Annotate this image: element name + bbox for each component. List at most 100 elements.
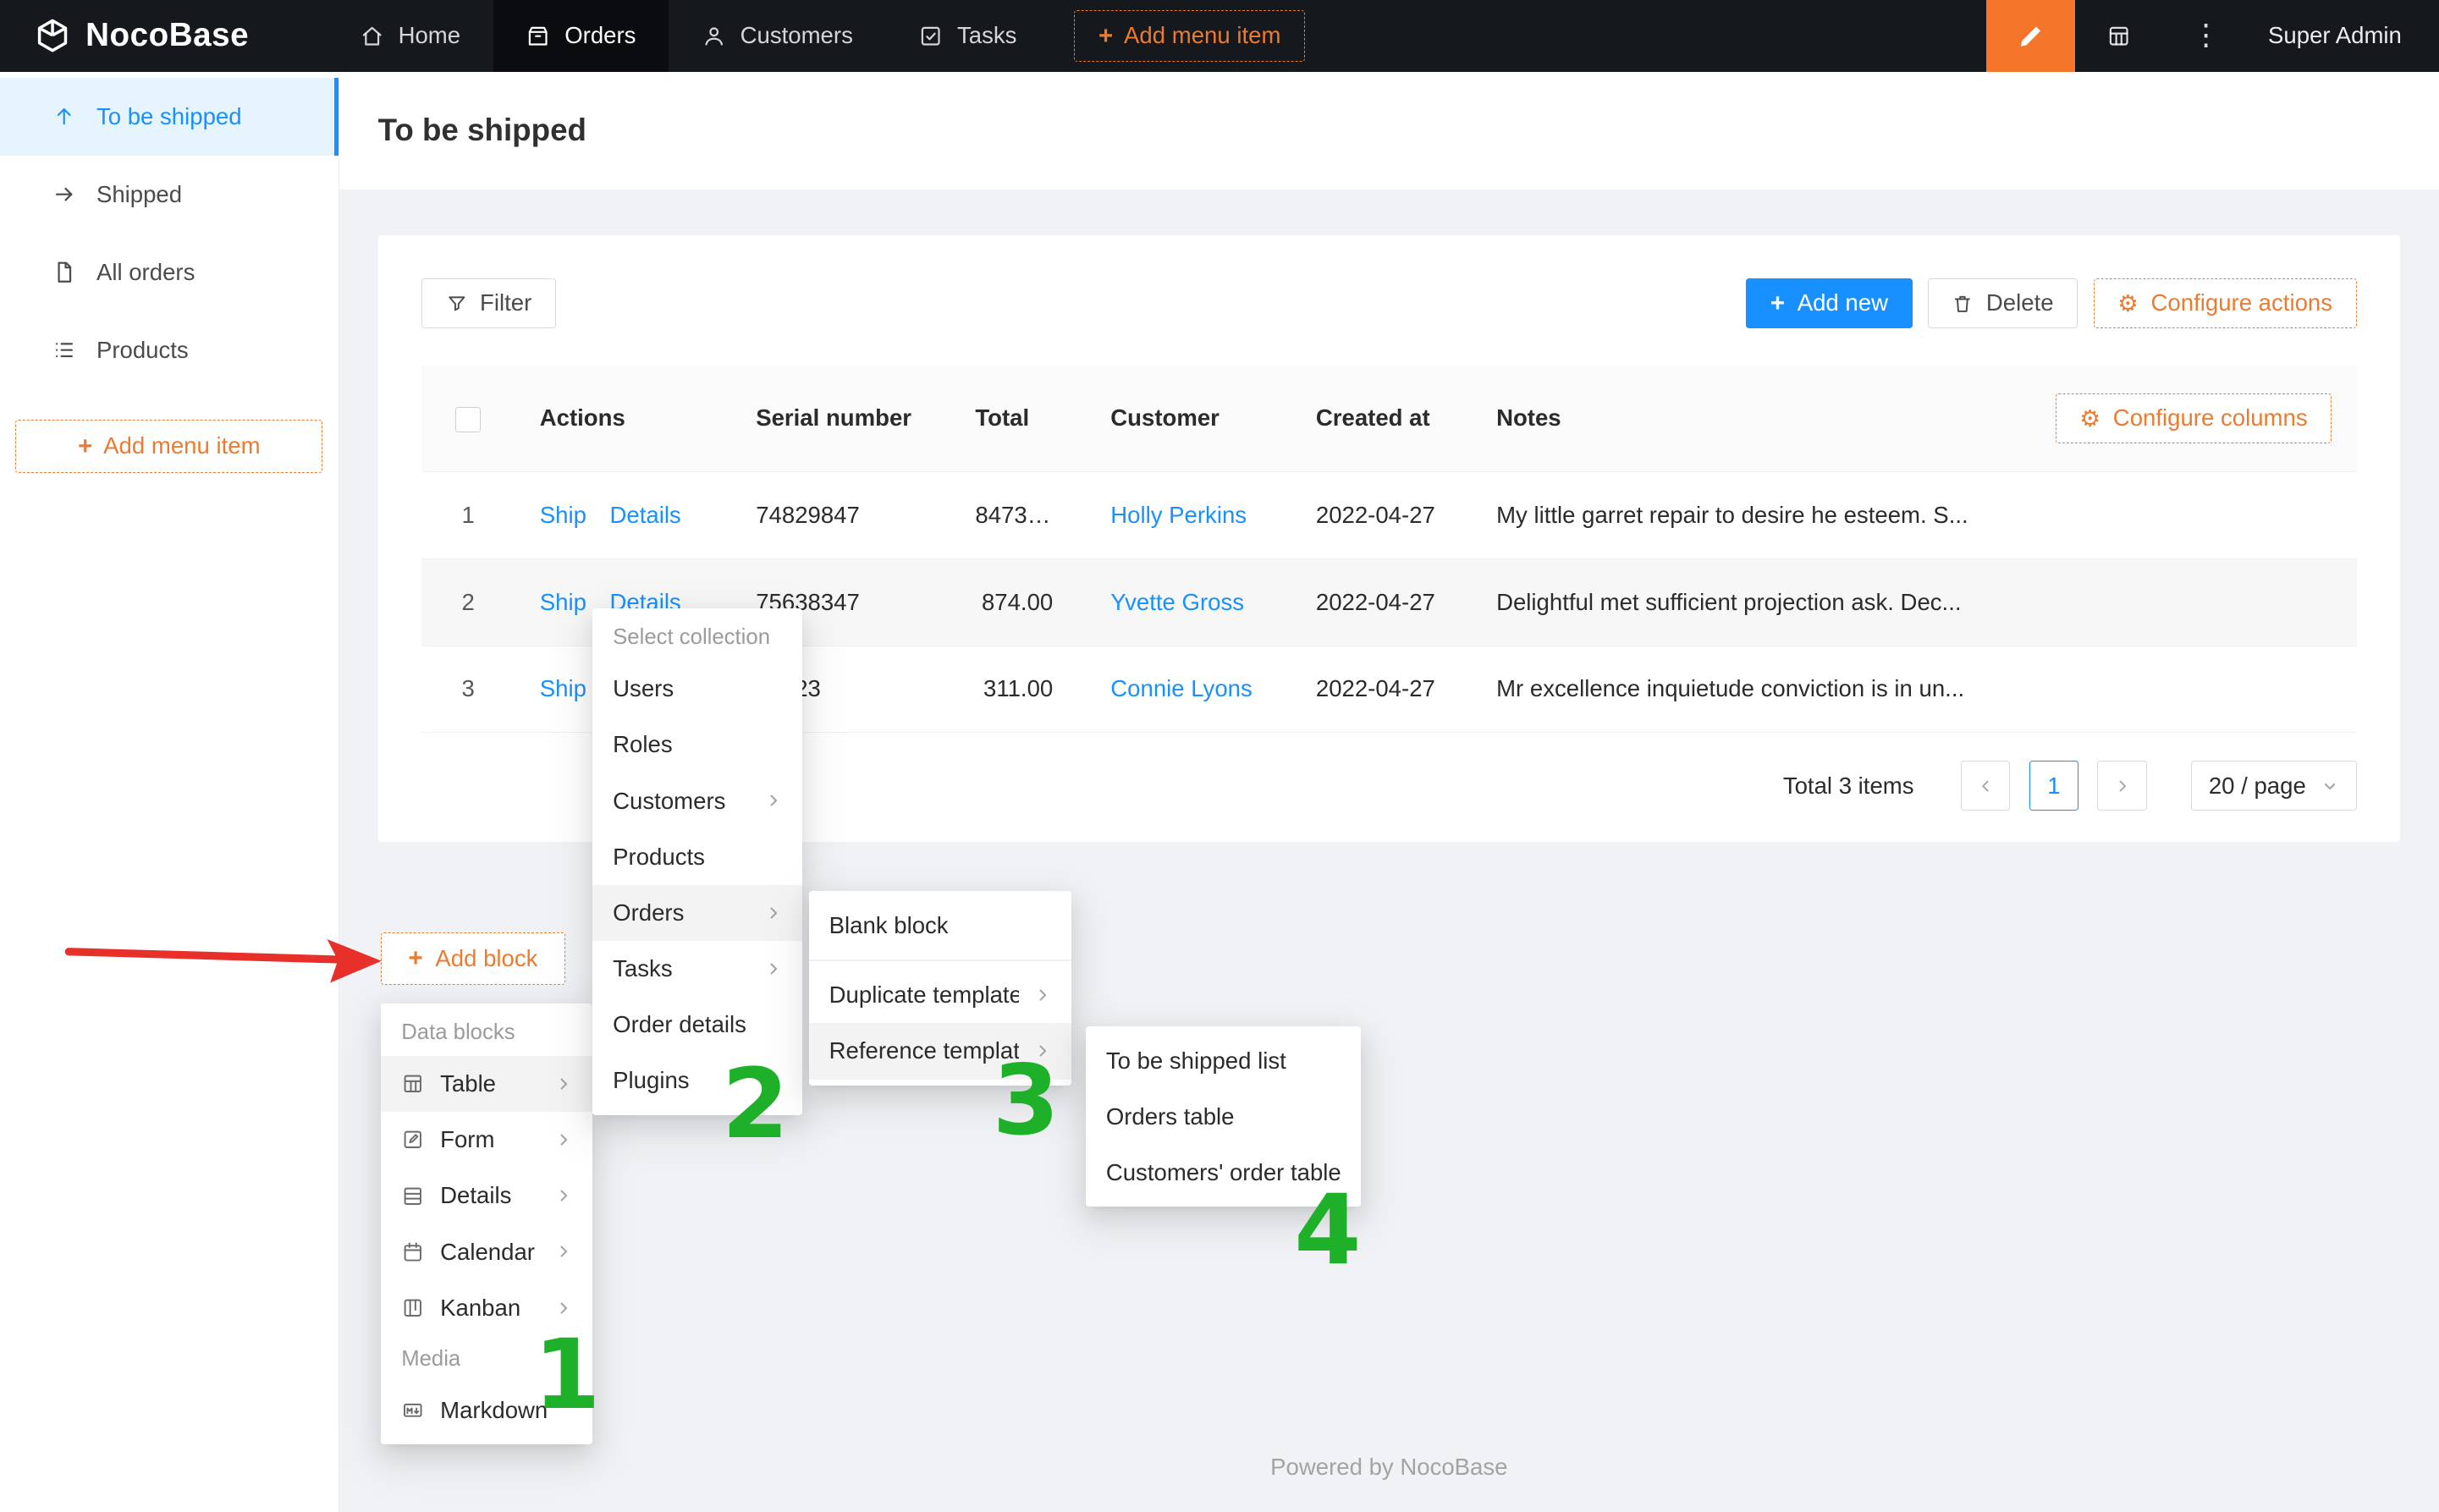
customer-link[interactable]: Yvette Gross: [1110, 589, 1244, 615]
menu-item-tasks[interactable]: Tasks: [592, 941, 802, 997]
menu-item-orders[interactable]: Orders: [592, 885, 802, 941]
toolbar-actions: + Add new Delete ⚙ Configure actions: [1746, 278, 2356, 328]
page-size-select[interactable]: 20 / page: [2191, 761, 2357, 811]
cell-notes: My little garret repair to desire he est…: [1472, 471, 2023, 558]
menu-item-order-details[interactable]: Order details: [592, 997, 802, 1053]
user-menu[interactable]: Super Admin: [2249, 22, 2439, 49]
powered-by-footer: Powered by NocoBase: [339, 1454, 2439, 1481]
pagination-next-button[interactable]: [2097, 761, 2147, 811]
add-block-button[interactable]: + Add block: [381, 932, 564, 985]
chevron-right-icon: [2114, 778, 2131, 794]
row-index: 3: [421, 646, 515, 733]
nocobase-logo[interactable]: NocoBase: [0, 17, 284, 54]
configure-columns-button[interactable]: ⚙ Configure columns: [2056, 393, 2332, 443]
form-icon: [401, 1128, 425, 1152]
sidebar-item-products[interactable]: Products: [0, 311, 339, 389]
ship-link[interactable]: Ship: [540, 589, 586, 615]
more-options-button[interactable]: ⋮: [2162, 0, 2249, 72]
table-icon: [401, 1072, 425, 1096]
menu-item-blank-block[interactable]: Blank block: [809, 898, 1072, 954]
menu-item-table[interactable]: Table: [381, 1056, 592, 1112]
file-icon: [52, 260, 76, 284]
menu-item-roles[interactable]: Roles: [592, 717, 802, 772]
menu-group-label: Data blocks: [381, 1009, 592, 1056]
menu-item-form[interactable]: Form: [381, 1112, 592, 1168]
main-menu: Home Orders Customers Tasks + Add menu i…: [327, 0, 1305, 72]
cell-customer: Holly Perkins: [1086, 471, 1291, 558]
chevron-right-icon: [555, 1300, 572, 1317]
column-header-notes: Notes: [1472, 366, 2023, 471]
menu-item-products[interactable]: Products: [592, 829, 802, 885]
cell-actions: Ship Details: [515, 471, 730, 558]
menu-item-calendar[interactable]: Calendar: [381, 1223, 592, 1279]
top-navbar: NocoBase Home Orders Customers Tasks + A…: [0, 0, 2439, 72]
table-row: 1 ShipDetails 74829847 8473.00 Holly Per…: [421, 471, 2357, 558]
cell-created: 2022-04-27: [1291, 646, 1471, 733]
nav-item-orders[interactable]: Orders: [493, 0, 669, 72]
sidebar-item-to-be-shipped[interactable]: To be shipped: [0, 78, 339, 156]
details-icon: [401, 1185, 425, 1208]
cell-total: 874.00: [950, 558, 1086, 646]
customers-icon: [702, 24, 726, 48]
customer-link[interactable]: Connie Lyons: [1110, 675, 1253, 701]
configure-actions-button[interactable]: ⚙ Configure actions: [2094, 278, 2357, 328]
menu-divider: [809, 959, 1072, 961]
select-all-checkbox[interactable]: [455, 407, 480, 432]
column-header-customer: Customer: [1086, 366, 1291, 471]
trash-icon: [1952, 293, 1974, 315]
nav-add-menu-item-button[interactable]: + Add menu item: [1074, 10, 1305, 62]
menu-item-duplicate-template[interactable]: Duplicate template: [809, 967, 1072, 1023]
collections-manager-button[interactable]: [2075, 0, 2162, 72]
column-header-actions: Actions: [515, 366, 730, 471]
cell-customer: Yvette Gross: [1086, 558, 1291, 646]
chevron-down-icon: [2321, 778, 2338, 794]
gear-icon: ⚙: [2117, 292, 2139, 316]
chevron-left-icon: [1977, 778, 1994, 794]
chevron-right-icon: [765, 792, 782, 809]
sidebar-item-all-orders[interactable]: All orders: [0, 234, 339, 311]
plus-icon: +: [1770, 291, 1785, 316]
chevron-right-icon: [555, 1075, 572, 1092]
column-header-total: Total: [950, 366, 1086, 471]
chevron-right-icon: [555, 1131, 572, 1148]
ui-editor-button[interactable]: [1986, 0, 2075, 72]
annotation-step-3: 3: [993, 1053, 1060, 1149]
nav-item-customers[interactable]: Customers: [669, 0, 885, 72]
kebab-icon: ⋮: [2191, 19, 2221, 52]
highlighter-pen-icon: [2016, 21, 2045, 51]
filter-button[interactable]: Filter: [421, 278, 556, 328]
delete-button[interactable]: Delete: [1928, 278, 2078, 328]
add-new-button[interactable]: + Add new: [1746, 278, 1912, 328]
ship-link[interactable]: Ship: [540, 675, 586, 701]
nav-item-home[interactable]: Home: [327, 0, 493, 72]
arrow-right-icon: [52, 182, 76, 206]
nav-item-tasks[interactable]: Tasks: [885, 0, 1049, 72]
annotation-step-2: 2: [722, 1056, 789, 1152]
pagination-prev-button[interactable]: [1961, 761, 2011, 811]
cell-notes: Delightful met sufficient projection ask…: [1472, 558, 2023, 646]
ship-link[interactable]: Ship: [540, 502, 586, 528]
plus-icon: +: [1098, 24, 1113, 48]
markdown-icon: [401, 1399, 425, 1422]
orders-icon: [526, 24, 550, 48]
menu-item-users[interactable]: Users: [592, 661, 802, 717]
menu-item-orders-table[interactable]: Orders table: [1086, 1089, 1361, 1145]
app-root: NocoBase Home Orders Customers Tasks + A…: [0, 0, 2439, 1512]
column-header-serial: Serial number: [731, 366, 950, 471]
pagination-page-1[interactable]: 1: [2029, 761, 2079, 811]
sidebar-item-shipped[interactable]: Shipped: [0, 156, 339, 234]
details-link[interactable]: Details: [609, 502, 680, 528]
cell-total: 8473.00: [950, 471, 1086, 558]
menu-item-to-be-shipped-list[interactable]: To be shipped list: [1086, 1032, 1361, 1088]
navbar-right: ⋮ Super Admin: [1986, 0, 2439, 72]
list-icon: [52, 338, 76, 362]
menu-item-customers[interactable]: Customers: [592, 772, 802, 828]
menu-item-details[interactable]: Details: [381, 1168, 592, 1223]
sidebar-add-menu-item-button[interactable]: + Add menu item: [15, 420, 322, 472]
chevron-right-icon: [555, 1243, 572, 1260]
home-icon: [360, 24, 384, 48]
customer-link[interactable]: Holly Perkins: [1110, 502, 1247, 528]
row-index: 1: [421, 471, 515, 558]
chevron-right-icon: [1034, 987, 1051, 1003]
table-toolbar: Filter + Add new Delete ⚙ Configure acti…: [421, 278, 2357, 328]
